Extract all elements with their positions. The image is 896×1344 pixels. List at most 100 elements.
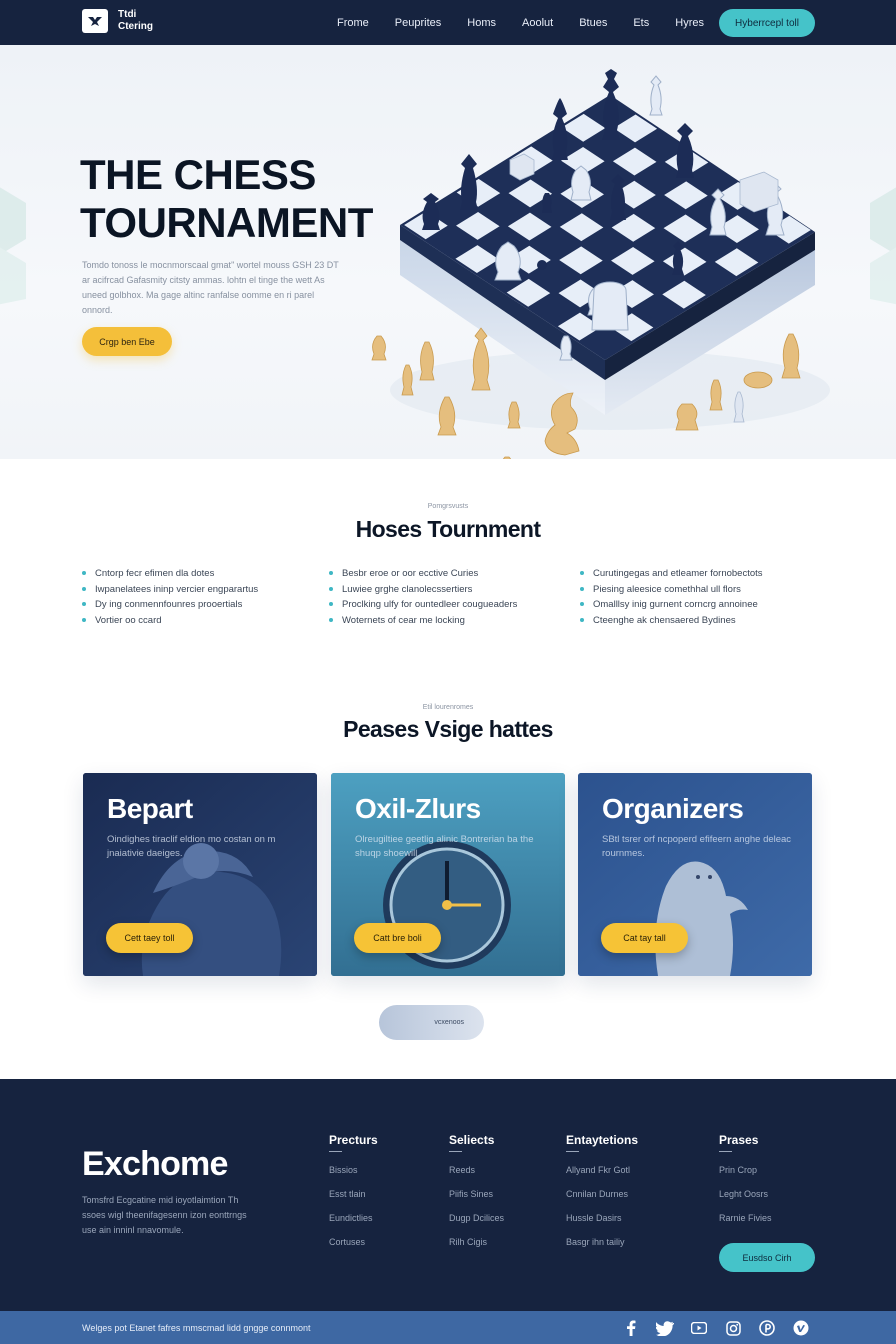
bullet-icon	[82, 617, 86, 622]
feature-item: Omalllsy inig gurnent corncrg annoinee	[580, 597, 830, 613]
nav-links: Frome Peuprites Homs Aoolut Btues Ets Hy…	[324, 0, 717, 45]
card-2-title: Oxil-Zlurs	[355, 793, 481, 824]
footer-column-heading: Prases	[719, 1133, 759, 1147]
footer-description: Tomsfrd Ecgcatine mid ioyotlaimtion Th s…	[82, 1195, 247, 1235]
footer-link[interactable]: Cnnilan Durnes	[566, 1189, 638, 1213]
footer-link[interactable]: Hussle Dasirs	[566, 1213, 638, 1237]
feature-item-text: Woternets of cear me locking	[342, 614, 465, 626]
footer-link[interactable]: Dugp Dcilices	[449, 1213, 504, 1237]
bullet-icon	[82, 602, 86, 606]
feature-item: Woternets of cear me locking	[329, 613, 579, 629]
footer-link[interactable]: Esst tlain	[329, 1189, 378, 1213]
logo-line-2: Ctering	[118, 21, 153, 32]
footer: Exchome Tomsfrd Ecgcatine mid ioyotlaimt…	[0, 1079, 896, 1311]
footer-link[interactable]: Prin Crop	[719, 1165, 772, 1189]
facebook-icon[interactable]	[622, 1319, 640, 1337]
card-1-text: Oindighes tiraclif eldion mo costan on m…	[107, 834, 276, 859]
bottom-bar: Welges pot Etanet fafres mmscmad lidd gn…	[0, 1311, 896, 1344]
feature-item: Vortier oo ccard	[82, 613, 332, 629]
hexagon-decoration-left	[0, 187, 26, 305]
nav-link-1[interactable]: Frome	[337, 17, 369, 29]
footer-column-4: Prases Prin Crop Leght Oosrs Rarnie Fivi…	[719, 1133, 772, 1237]
feature-item: Proclking ulfy for ountedleer cougueader…	[329, 597, 579, 613]
feature-item: Dy ing conmennfounres prooertials	[82, 597, 332, 613]
footer-link[interactable]: Cortuses	[329, 1237, 378, 1261]
showcase-title: Peases Vsige hattes	[343, 716, 553, 742]
logo-icon[interactable]	[82, 9, 108, 33]
heading-divider	[566, 1151, 579, 1152]
feature-item: Iwpanelatees ininp vercier engparartus	[82, 582, 332, 598]
feature-item-text: Iwpanelatees ininp vercier engparartus	[95, 583, 259, 595]
pinterest-icon[interactable]	[758, 1319, 776, 1337]
footer-brand: Exchome	[82, 1145, 228, 1183]
features-title: Hoses Tournment	[355, 516, 541, 542]
nav-link-2[interactable]: Peuprites	[395, 17, 441, 29]
bullet-icon	[329, 571, 333, 575]
twitter-icon[interactable]	[655, 1319, 675, 1337]
footer-column-2: Seliects Reeds Piifis Sines Dugp Dcilice…	[449, 1133, 504, 1261]
footer-link[interactable]: Bissios	[329, 1165, 378, 1189]
pagination-pill[interactable]: vcxenoos	[379, 1005, 484, 1040]
bullet-icon	[329, 602, 333, 606]
footer-link[interactable]: Allyand Fkr Gotl	[566, 1165, 638, 1189]
footer-link[interactable]: Leght Oosrs	[719, 1189, 772, 1213]
nav-link-4[interactable]: Aoolut	[522, 17, 553, 29]
bullet-icon	[580, 571, 584, 575]
chessboard-illustration	[371, 69, 830, 459]
heading-divider	[719, 1151, 732, 1152]
bullet-icon	[329, 586, 333, 591]
feature-item-text: Proclking ulfy for ountedleer cougueader…	[342, 599, 518, 610]
card-2-button[interactable]: Catt bre boli	[354, 923, 441, 953]
feature-item-text: Besbr eroe or oor ecctive Curies	[342, 568, 479, 579]
feature-item-text: Piesing aleesice comethhal ull flors	[593, 583, 741, 595]
footer-link[interactable]: Rarnie Fivies	[719, 1213, 772, 1237]
heading-divider	[329, 1151, 342, 1152]
bullet-icon	[580, 602, 584, 606]
card-1-title: Bepart	[107, 793, 193, 824]
card-3-button[interactable]: Cat tay tall	[601, 923, 688, 953]
footer-column-3: Entaytetions Allyand Fkr Gotl Cnnilan Du…	[566, 1133, 638, 1261]
footer-column-heading: Precturs	[329, 1133, 378, 1147]
card-2-text: Olreugiltiee geetlig alinic Bontrerian b…	[355, 834, 534, 859]
bullet-icon	[82, 586, 86, 591]
feature-item-text: Vortier oo ccard	[95, 614, 162, 626]
card-3-title: Organizers	[602, 793, 744, 824]
copyright-text: Welges pot Etanet fafres mmscmad lidd gn…	[82, 1323, 311, 1333]
feature-item: Piesing aleesice comethhal ull flors	[580, 582, 830, 598]
logo-line-1: Ttdi	[118, 9, 137, 20]
footer-link[interactable]: Rilh Cigis	[449, 1237, 504, 1261]
footer-link[interactable]: Basgr ihn tailiy	[566, 1237, 638, 1261]
features-column-1: Cntorp fecr efimen dla dotes Iwpanelatee…	[82, 566, 332, 628]
card-1[interactable]: Bepart Oindighes tiraclif eldion mo cost…	[83, 773, 317, 976]
showcase-eyebrow: Etil lourenromes	[422, 704, 474, 711]
feature-item-text: Dy ing conmennfounres prooertials	[95, 599, 243, 610]
footer-link[interactable]: Reeds	[449, 1165, 504, 1189]
footer-link[interactable]: Piifis Sines	[449, 1189, 504, 1213]
feature-item-text: Omalllsy inig gurnent corncrg annoinee	[593, 599, 758, 610]
bullet-icon	[329, 617, 333, 622]
nav-link-5[interactable]: Btues	[579, 17, 607, 29]
instagram-icon[interactable]	[724, 1319, 742, 1337]
nav-link-6[interactable]: Ets	[633, 17, 649, 29]
card-3[interactable]: Organizers SBtl tsrer orf ncpoperd efife…	[578, 773, 812, 976]
footer-cta-button[interactable]: Eusdso Cirh	[719, 1243, 815, 1272]
nav-cta-button[interactable]: Hyberrcepl toll	[719, 9, 815, 37]
footer-link[interactable]: Eundictlies	[329, 1213, 378, 1237]
hexagon-decoration-right	[870, 187, 896, 305]
card-1-button[interactable]: Cett taey toll	[106, 923, 193, 953]
heading-divider	[449, 1151, 462, 1152]
youtube-icon[interactable]	[690, 1319, 708, 1337]
footer-column-heading: Entaytetions	[566, 1133, 639, 1147]
nav-link-7[interactable]: Hyres	[675, 17, 704, 29]
bullet-icon	[580, 586, 584, 591]
hero-cta-button[interactable]: Crgp ben Ebe	[82, 327, 172, 356]
hero-section: THE CHESS TOURNAMENT Tomdo tonoss le moc…	[0, 45, 896, 459]
nav-link-3[interactable]: Homs	[467, 17, 496, 29]
vimeo-icon[interactable]	[792, 1319, 810, 1337]
feature-item-text: Luwiee grghe clanolecssertiers	[342, 583, 473, 595]
card-2[interactable]: Oxil-Zlurs Olreugiltiee geetlig alinic B…	[331, 773, 565, 976]
feature-item-text: Curutingegas and etleamer fornobectots	[593, 568, 763, 579]
features-column-2: Besbr eroe or oor ecctive Curies Luwiee …	[329, 566, 579, 628]
features-eyebrow: Pomgrsvusts	[427, 503, 469, 510]
feature-item: Curutingegas and etleamer fornobectots	[580, 566, 830, 582]
